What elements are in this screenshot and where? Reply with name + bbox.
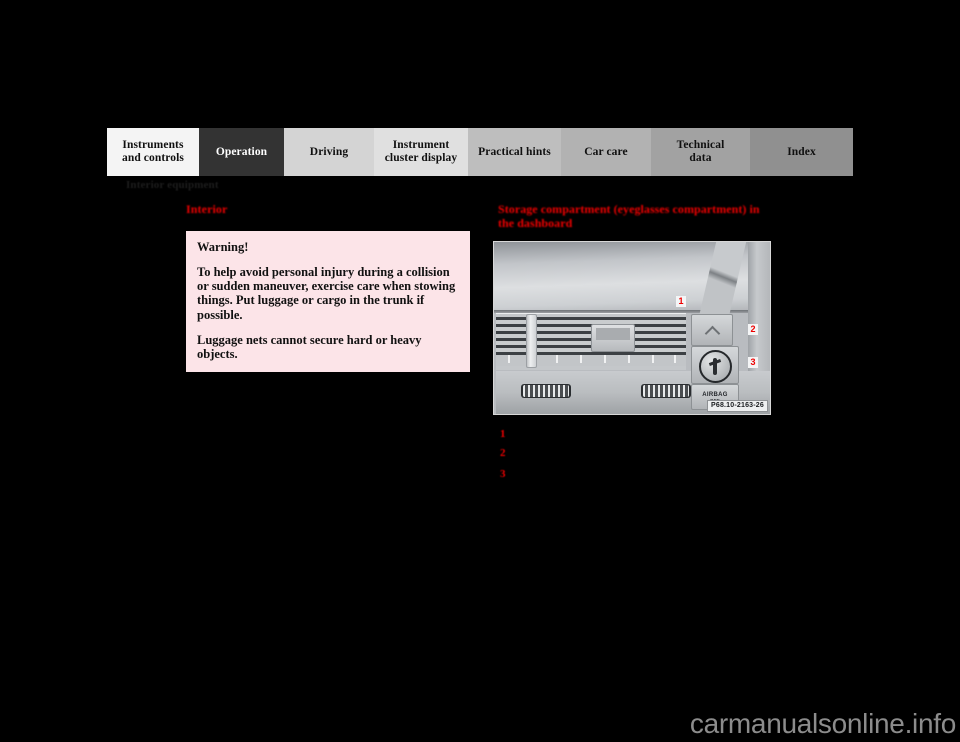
tab-label: Technical data	[676, 139, 725, 164]
chevron-up-icon	[704, 325, 721, 342]
tab-index[interactable]: Index	[750, 128, 853, 176]
tab-driving[interactable]: Driving	[284, 128, 374, 176]
vent-vertical-fins	[496, 355, 686, 366]
legend-item-3: 3	[500, 468, 764, 480]
tab-label: Practical hints	[478, 145, 551, 158]
section-tab-bar: Instruments and controls Operation Drivi…	[107, 128, 853, 176]
tab-label: Instruments and controls	[121, 139, 184, 164]
dashboard-figure: AIRBAG OFF 1 2 3 P68.10-2163-26	[493, 241, 771, 415]
tab-label: Operation	[215, 145, 268, 158]
legend-number: 1	[500, 428, 506, 440]
warning-paragraph: Luggage nets cannot secure hard or heavy…	[197, 332, 422, 362]
left-column-heading: Interior	[186, 202, 228, 216]
tab-technical-data[interactable]: Technical data	[651, 128, 750, 176]
up-arrow-button	[691, 314, 733, 346]
figure-caption: P68.10-2163-26	[706, 400, 768, 412]
right-control-wheel	[641, 384, 691, 398]
warning-title: Warning!	[197, 240, 249, 254]
tab-label: Driving	[309, 145, 349, 158]
vent-center-control	[591, 324, 635, 352]
legend-number: 2	[500, 447, 506, 459]
legend-number: 3	[500, 468, 506, 480]
tab-instruments-and-controls[interactable]: Instruments and controls	[107, 128, 199, 176]
site-watermark: carmanualsonline.info	[689, 708, 956, 739]
tab-label: Car care	[584, 145, 628, 158]
passenger-airbag-icon	[699, 350, 732, 383]
legend-item-1: 1	[500, 428, 764, 440]
tab-label: Index	[787, 145, 816, 158]
legend-item-2: 2	[500, 447, 764, 459]
vent-slider-handle	[526, 314, 537, 368]
tab-practical-hints[interactable]: Practical hints	[468, 128, 561, 176]
tab-car-care[interactable]: Car care	[561, 128, 651, 176]
figure-callout-2: 2	[748, 324, 758, 335]
figure-callout-3: 3	[748, 357, 758, 368]
figure-callout-1: 1	[676, 296, 686, 307]
tab-label: Instrument cluster display	[384, 139, 458, 164]
tab-instrument-cluster-display[interactable]: Instrument cluster display	[374, 128, 468, 176]
section-title: Interior equipment	[126, 179, 219, 191]
airbag-indicator-dial	[691, 346, 739, 384]
warning-paragraph: To help avoid personal injury during a c…	[197, 265, 456, 322]
tab-operation[interactable]: Operation	[199, 128, 284, 176]
left-control-wheel	[521, 384, 571, 398]
center-air-vent	[496, 313, 686, 370]
warning-box: Warning! To help avoid personal injury d…	[186, 231, 470, 373]
right-column-heading: Storage compartment (eyeglasses compartm…	[498, 202, 760, 230]
